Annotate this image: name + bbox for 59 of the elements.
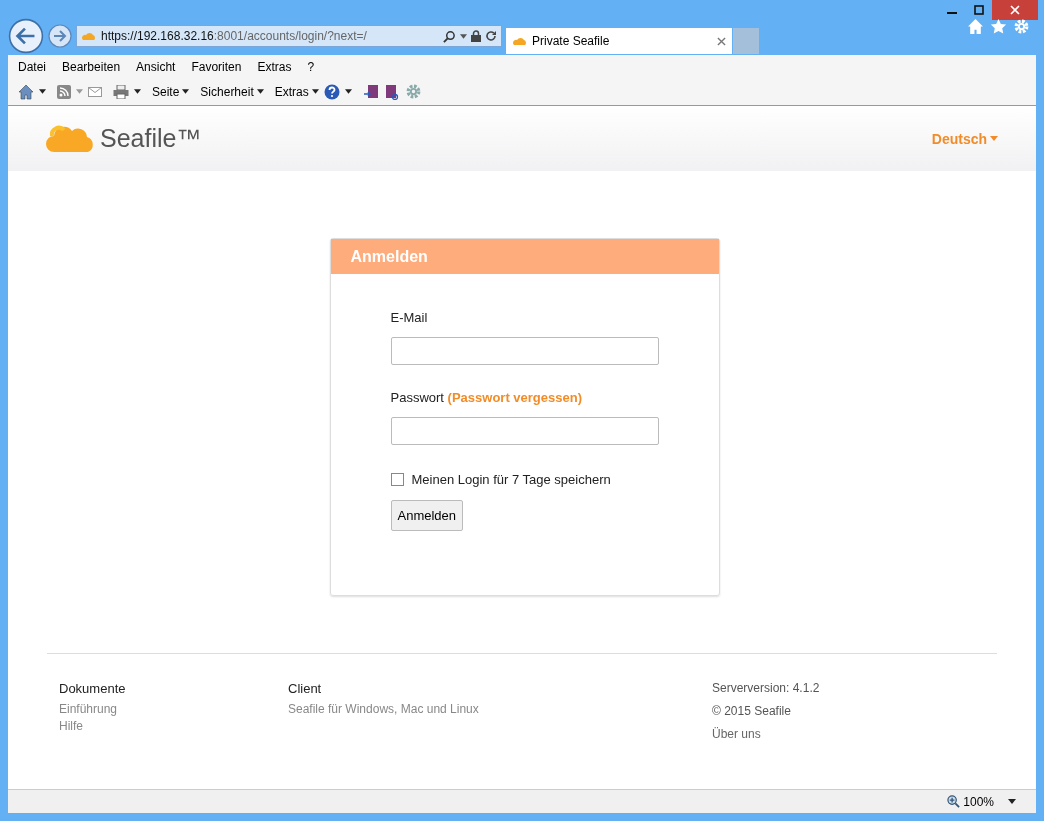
menu-item[interactable]: Ansicht: [136, 59, 176, 74]
home-icon[interactable]: [18, 83, 34, 100]
feed-icon[interactable]: [57, 84, 71, 99]
caret-icon[interactable]: [1008, 799, 1016, 804]
caret-icon: [182, 89, 190, 94]
menu-item[interactable]: Bearbeiten: [62, 59, 121, 74]
printer-icon[interactable]: [113, 84, 129, 99]
browser-tab[interactable]: Private Seafile: [506, 28, 732, 54]
copyright-text: © 2015 Seafile: [712, 704, 792, 718]
close-tab-icon[interactable]: [717, 36, 726, 46]
minimize-icon: [946, 12, 957, 14]
menu-item[interactable]: Datei: [18, 59, 46, 74]
menu-item[interactable]: Extras: [257, 59, 292, 74]
caret-icon: [311, 89, 319, 94]
zoom-control[interactable]: 100%: [947, 794, 994, 809]
remember-label: Meinen Login für 7 Tage speichern: [411, 472, 611, 487]
server-version: Serverversion: 4.1.2: [712, 681, 821, 695]
address-bar[interactable]: https://192.168.32.16:8001/accounts/login/?next=/: [76, 25, 502, 47]
star-icon[interactable]: [990, 18, 1007, 35]
password-field[interactable]: [390, 417, 659, 445]
email-label: E-Mail: [390, 310, 428, 325]
caret-icon[interactable]: [39, 89, 46, 94]
menu-item[interactable]: ?: [307, 59, 315, 74]
caret-icon[interactable]: [134, 89, 141, 94]
caret-icon: [990, 136, 998, 141]
footer-heading: Client: [288, 681, 323, 696]
footer-link[interactable]: Seafile für Windows, Mac und Linux: [288, 702, 700, 716]
maximize-icon: [973, 5, 984, 15]
zoom-icon: [947, 795, 961, 808]
email-field[interactable]: [390, 337, 659, 365]
caret-icon: [256, 89, 264, 94]
toolbar-menu[interactable]: Seite: [152, 84, 190, 99]
mail-icon[interactable]: [88, 86, 102, 97]
notebook-icon[interactable]: [383, 83, 400, 100]
about-link[interactable]: Über uns: [712, 727, 929, 741]
notebook-icon[interactable]: [362, 83, 379, 100]
lock-icon: [471, 30, 481, 42]
close-icon: [1010, 5, 1020, 15]
toolbar-menu[interactable]: Extras: [274, 84, 319, 99]
password-label: Passwort: [390, 390, 444, 405]
cloud-icon: [81, 30, 97, 42]
close-button[interactable]: [992, 0, 1038, 20]
settings-icon[interactable]: [1013, 18, 1030, 35]
forward-icon[interactable]: [48, 24, 72, 48]
refresh-icon[interactable]: [485, 30, 497, 42]
logo-text: Seafile™: [100, 124, 202, 153]
cloud-icon: [512, 35, 528, 47]
help-icon[interactable]: [323, 83, 340, 100]
footer-link[interactable]: Einführung: [59, 702, 276, 716]
toolbar-menu[interactable]: Sicherheit: [200, 84, 264, 99]
remember-checkbox[interactable]: [390, 473, 404, 486]
footer-link[interactable]: Hilfe: [59, 719, 276, 733]
search-icon[interactable]: [443, 29, 456, 43]
menu-item[interactable]: Favoriten: [191, 59, 242, 74]
caret-icon[interactable]: [344, 89, 352, 94]
login-button[interactable]: Anmelden: [390, 500, 464, 531]
card-title: Anmelden: [350, 247, 428, 266]
footer-heading: Dokumente: [59, 681, 127, 696]
back-icon[interactable]: [8, 18, 44, 54]
